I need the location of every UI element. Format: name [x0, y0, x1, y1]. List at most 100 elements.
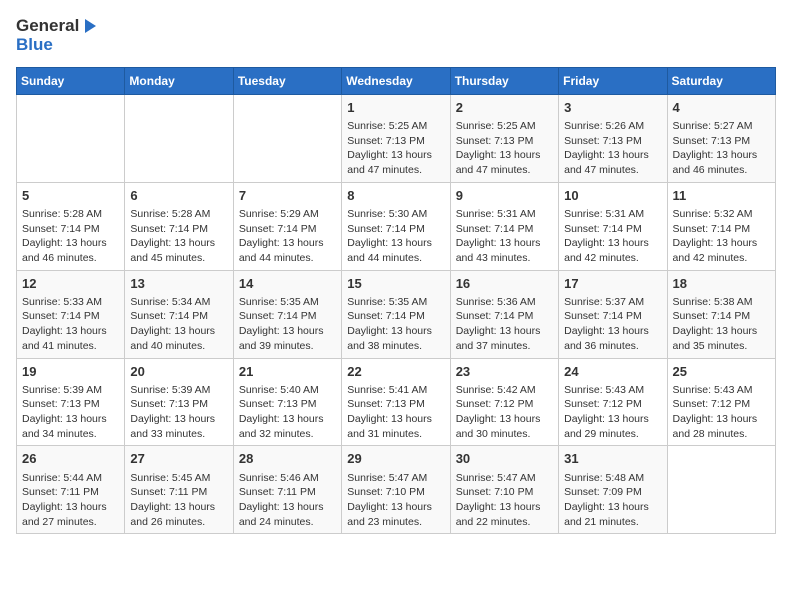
- calendar-cell: 25 Sunrise: 5:43 AM Sunset: 7:12 PM Dayli…: [667, 358, 775, 446]
- day-info: Sunrise: 5:33 AM Sunset: 7:14 PM Dayligh…: [22, 295, 119, 354]
- day-info: Sunrise: 5:25 AM Sunset: 7:13 PM Dayligh…: [347, 119, 444, 178]
- day-number: 14: [239, 275, 336, 293]
- day-number: 16: [456, 275, 553, 293]
- day-info: Sunrise: 5:32 AM Sunset: 7:14 PM Dayligh…: [673, 207, 770, 266]
- day-info: Sunrise: 5:28 AM Sunset: 7:14 PM Dayligh…: [130, 207, 227, 266]
- day-info: Sunrise: 5:44 AM Sunset: 7:11 PM Dayligh…: [22, 471, 119, 530]
- day-info: Sunrise: 5:43 AM Sunset: 7:12 PM Dayligh…: [673, 383, 770, 442]
- day-number: 11: [673, 187, 770, 205]
- day-number: 3: [564, 99, 661, 117]
- day-number: 8: [347, 187, 444, 205]
- day-info: Sunrise: 5:30 AM Sunset: 7:14 PM Dayligh…: [347, 207, 444, 266]
- logo-blue: Blue: [16, 36, 99, 55]
- calendar-cell: 29 Sunrise: 5:47 AM Sunset: 7:10 PM Dayli…: [342, 446, 450, 534]
- day-info: Sunrise: 5:26 AM Sunset: 7:13 PM Dayligh…: [564, 119, 661, 178]
- day-info: Sunrise: 5:25 AM Sunset: 7:13 PM Dayligh…: [456, 119, 553, 178]
- calendar-cell: [667, 446, 775, 534]
- calendar-cell: 1 Sunrise: 5:25 AM Sunset: 7:13 PM Daylig…: [342, 94, 450, 182]
- day-info: Sunrise: 5:28 AM Sunset: 7:14 PM Dayligh…: [22, 207, 119, 266]
- calendar-cell: 4 Sunrise: 5:27 AM Sunset: 7:13 PM Daylig…: [667, 94, 775, 182]
- day-info: Sunrise: 5:34 AM Sunset: 7:14 PM Dayligh…: [130, 295, 227, 354]
- day-number: 30: [456, 450, 553, 468]
- day-number: 13: [130, 275, 227, 293]
- day-number: 1: [347, 99, 444, 117]
- day-number: 31: [564, 450, 661, 468]
- day-info: Sunrise: 5:46 AM Sunset: 7:11 PM Dayligh…: [239, 471, 336, 530]
- calendar-cell: 26Sunrise: 5:44 AM Sunset: 7:11 PM Dayli…: [17, 446, 125, 534]
- header-day-wednesday: Wednesday: [342, 67, 450, 94]
- day-number: 6: [130, 187, 227, 205]
- calendar-cell: [233, 94, 341, 182]
- day-number: 23: [456, 363, 553, 381]
- calendar-cell: 16 Sunrise: 5:36 AM Sunset: 7:14 PM Dayli…: [450, 270, 558, 358]
- calendar-cell: 6 Sunrise: 5:28 AM Sunset: 7:14 PM Daylig…: [125, 182, 233, 270]
- day-info: Sunrise: 5:27 AM Sunset: 7:13 PM Dayligh…: [673, 119, 770, 178]
- calendar-body: 1 Sunrise: 5:25 AM Sunset: 7:13 PM Daylig…: [17, 94, 776, 534]
- logo-general: General: [16, 17, 79, 36]
- day-number: 25: [673, 363, 770, 381]
- day-info: Sunrise: 5:39 AM Sunset: 7:13 PM Dayligh…: [130, 383, 227, 442]
- day-info: Sunrise: 5:42 AM Sunset: 7:12 PM Dayligh…: [456, 383, 553, 442]
- day-info: Sunrise: 5:29 AM Sunset: 7:14 PM Dayligh…: [239, 207, 336, 266]
- calendar-cell: 12 Sunrise: 5:33 AM Sunset: 7:14 PM Dayli…: [17, 270, 125, 358]
- day-info: Sunrise: 5:45 AM Sunset: 7:11 PM Dayligh…: [130, 471, 227, 530]
- calendar-cell: 15 Sunrise: 5:35 AM Sunset: 7:14 PM Dayli…: [342, 270, 450, 358]
- calendar-cell: 17Sunrise: 5:37 AM Sunset: 7:14 PM Dayli…: [559, 270, 667, 358]
- logo: General Blue: [16, 16, 99, 55]
- logo-arrow-icon: [79, 16, 99, 36]
- calendar-week-4: 19 Sunrise: 5:39 AM Sunset: 7:13 PM Dayli…: [17, 358, 776, 446]
- calendar-cell: 23 Sunrise: 5:42 AM Sunset: 7:12 PM Dayli…: [450, 358, 558, 446]
- calendar-cell: 24 Sunrise: 5:43 AM Sunset: 7:12 PM Dayli…: [559, 358, 667, 446]
- calendar-cell: 22Sunrise: 5:41 AM Sunset: 7:13 PM Dayli…: [342, 358, 450, 446]
- day-number: 18: [673, 275, 770, 293]
- day-number: 19: [22, 363, 119, 381]
- page-header: General Blue: [16, 16, 776, 55]
- day-info: Sunrise: 5:39 AM Sunset: 7:13 PM Dayligh…: [22, 383, 119, 442]
- calendar-cell: 2Sunrise: 5:25 AM Sunset: 7:13 PM Daylig…: [450, 94, 558, 182]
- calendar-week-2: 5 Sunrise: 5:28 AM Sunset: 7:14 PM Daylig…: [17, 182, 776, 270]
- calendar-cell: 7 Sunrise: 5:29 AM Sunset: 7:14 PM Daylig…: [233, 182, 341, 270]
- day-info: Sunrise: 5:43 AM Sunset: 7:12 PM Dayligh…: [564, 383, 661, 442]
- day-number: 28: [239, 450, 336, 468]
- calendar-cell: 13 Sunrise: 5:34 AM Sunset: 7:14 PM Dayli…: [125, 270, 233, 358]
- day-info: Sunrise: 5:47 AM Sunset: 7:10 PM Dayligh…: [456, 471, 553, 530]
- day-info: Sunrise: 5:37 AM Sunset: 7:14 PM Dayligh…: [564, 295, 661, 354]
- calendar-cell: 18 Sunrise: 5:38 AM Sunset: 7:14 PM Dayli…: [667, 270, 775, 358]
- day-number: 12: [22, 275, 119, 293]
- header-day-tuesday: Tuesday: [233, 67, 341, 94]
- day-info: Sunrise: 5:38 AM Sunset: 7:14 PM Dayligh…: [673, 295, 770, 354]
- header-day-thursday: Thursday: [450, 67, 558, 94]
- calendar-header: SundayMondayTuesdayWednesdayThursdayFrid…: [17, 67, 776, 94]
- day-number: 4: [673, 99, 770, 117]
- day-number: 29: [347, 450, 444, 468]
- day-number: 27: [130, 450, 227, 468]
- calendar-cell: 8 Sunrise: 5:30 AM Sunset: 7:14 PM Daylig…: [342, 182, 450, 270]
- calendar-cell: 3 Sunrise: 5:26 AM Sunset: 7:13 PM Daylig…: [559, 94, 667, 182]
- calendar-cell: 20 Sunrise: 5:39 AM Sunset: 7:13 PM Dayli…: [125, 358, 233, 446]
- logo-container: General Blue: [16, 16, 99, 55]
- calendar-cell: 9Sunrise: 5:31 AM Sunset: 7:14 PM Daylig…: [450, 182, 558, 270]
- day-number: 20: [130, 363, 227, 381]
- header-day-sunday: Sunday: [17, 67, 125, 94]
- calendar-cell: [125, 94, 233, 182]
- day-number: 24: [564, 363, 661, 381]
- calendar-week-5: 26Sunrise: 5:44 AM Sunset: 7:11 PM Dayli…: [17, 446, 776, 534]
- day-info: Sunrise: 5:47 AM Sunset: 7:10 PM Dayligh…: [347, 471, 444, 530]
- day-number: 5: [22, 187, 119, 205]
- calendar-cell: [17, 94, 125, 182]
- day-number: 9: [456, 187, 553, 205]
- header-day-monday: Monday: [125, 67, 233, 94]
- day-number: 10: [564, 187, 661, 205]
- calendar-week-1: 1 Sunrise: 5:25 AM Sunset: 7:13 PM Daylig…: [17, 94, 776, 182]
- calendar-cell: 11 Sunrise: 5:32 AM Sunset: 7:14 PM Dayli…: [667, 182, 775, 270]
- day-info: Sunrise: 5:40 AM Sunset: 7:13 PM Dayligh…: [239, 383, 336, 442]
- day-info: Sunrise: 5:36 AM Sunset: 7:14 PM Dayligh…: [456, 295, 553, 354]
- day-info: Sunrise: 5:48 AM Sunset: 7:09 PM Dayligh…: [564, 471, 661, 530]
- day-number: 21: [239, 363, 336, 381]
- calendar-table: SundayMondayTuesdayWednesdayThursdayFrid…: [16, 67, 776, 535]
- day-number: 7: [239, 187, 336, 205]
- calendar-cell: 10Sunrise: 5:31 AM Sunset: 7:14 PM Dayli…: [559, 182, 667, 270]
- day-info: Sunrise: 5:35 AM Sunset: 7:14 PM Dayligh…: [347, 295, 444, 354]
- day-number: 15: [347, 275, 444, 293]
- header-day-saturday: Saturday: [667, 67, 775, 94]
